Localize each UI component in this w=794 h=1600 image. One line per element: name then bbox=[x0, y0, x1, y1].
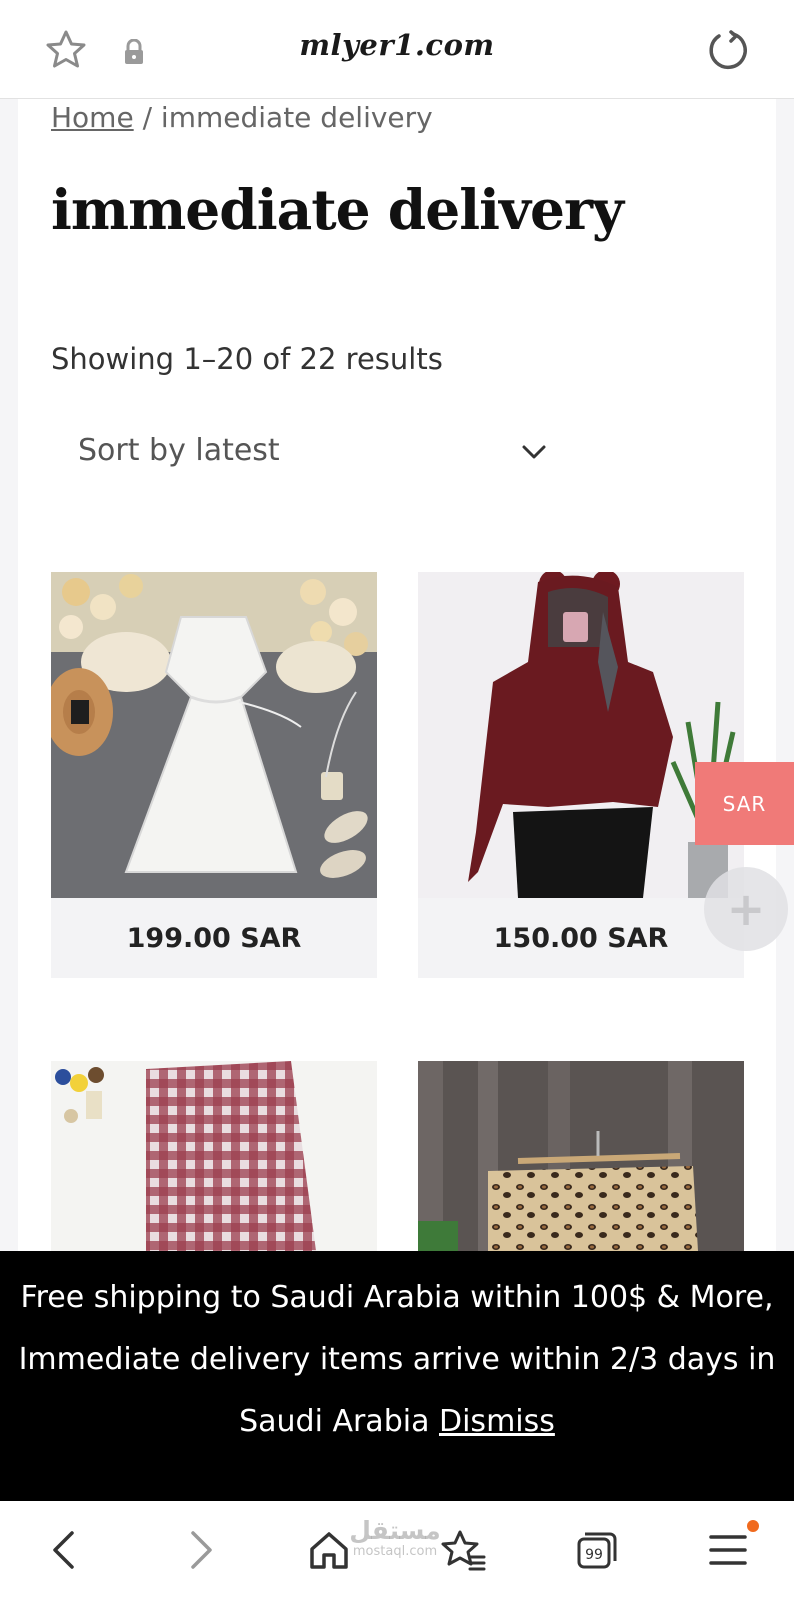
plaid-skirt-photo bbox=[51, 1061, 377, 1251]
dismiss-link[interactable]: Dismiss bbox=[439, 1404, 555, 1439]
svg-text:99: 99 bbox=[585, 1547, 603, 1563]
product-image[interactable] bbox=[51, 1061, 377, 1251]
breadcrumb-home-link[interactable]: Home bbox=[51, 101, 134, 134]
store-notice-text: Free shipping to Saudi Arabia within 100… bbox=[18, 1280, 776, 1439]
product-image[interactable] bbox=[51, 572, 377, 898]
store-notice: Free shipping to Saudi Arabia within 100… bbox=[0, 1251, 794, 1501]
product-card[interactable] bbox=[51, 1061, 377, 1251]
page-title: immediate delivery bbox=[51, 177, 624, 242]
white-dress-photo bbox=[51, 572, 377, 898]
product-image[interactable] bbox=[418, 1061, 744, 1251]
breadcrumb-separator: / bbox=[133, 101, 161, 134]
chevron-down-icon[interactable] bbox=[519, 437, 549, 467]
bookmarks-icon[interactable] bbox=[440, 1527, 486, 1573]
notification-dot bbox=[747, 1520, 759, 1532]
forward-icon[interactable] bbox=[177, 1527, 223, 1573]
browser-bottom-bar: مستقل mostaql.com 99 bbox=[0, 1501, 794, 1600]
maroon-hoodie-photo bbox=[418, 572, 744, 898]
product-price: 150.00 SAR bbox=[493, 922, 669, 954]
product-image[interactable] bbox=[418, 572, 744, 898]
back-icon[interactable] bbox=[42, 1527, 88, 1573]
product-price: 199.00 SAR bbox=[126, 922, 302, 954]
currency-add-button[interactable]: + bbox=[704, 867, 788, 951]
result-count: Showing 1–20 of 22 results bbox=[51, 342, 443, 376]
breadcrumb: Home / immediate delivery bbox=[51, 101, 433, 134]
watermark: مستقل mostaql.com bbox=[345, 1517, 445, 1559]
sort-select-value[interactable]: Sort by latest bbox=[78, 433, 280, 468]
currency-switcher[interactable]: SAR bbox=[695, 762, 794, 845]
reload-icon[interactable] bbox=[706, 28, 750, 72]
browser-top-bar: mlyer1.com bbox=[0, 0, 794, 99]
breadcrumb-current: immediate delivery bbox=[160, 101, 433, 134]
watermark-latin: mostaql.com bbox=[352, 1544, 438, 1559]
tabs-icon[interactable]: 99 bbox=[574, 1527, 620, 1573]
menu-icon[interactable] bbox=[705, 1527, 751, 1573]
page-content: Home / immediate delivery immediate deli… bbox=[18, 99, 776, 1251]
product-card[interactable] bbox=[418, 1061, 744, 1251]
address-domain[interactable]: mlyer1.com bbox=[0, 28, 794, 62]
watermark-arabic: مستقل bbox=[349, 1516, 441, 1545]
product-card[interactable]: 199.00 SAR bbox=[51, 572, 377, 978]
leopard-outfit-photo bbox=[418, 1061, 744, 1251]
